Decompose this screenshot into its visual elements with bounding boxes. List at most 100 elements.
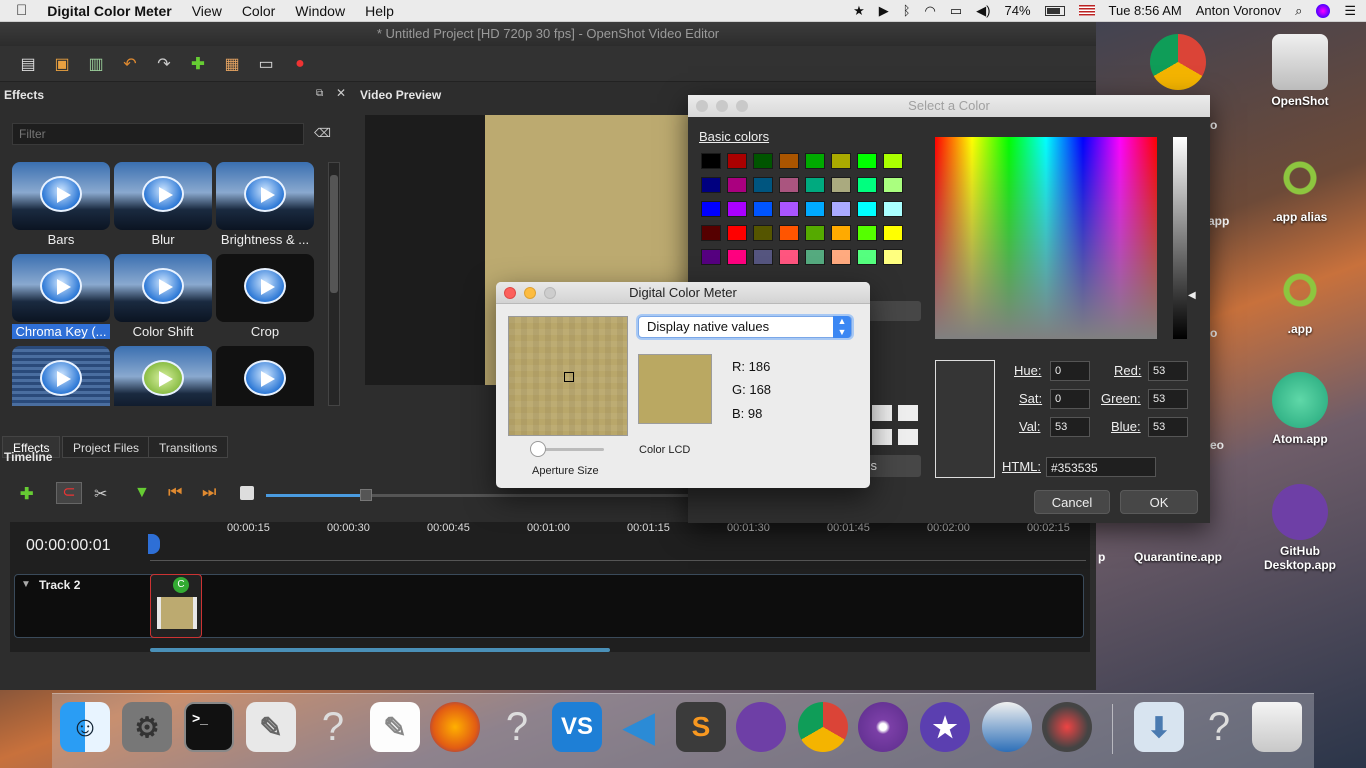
menu-window[interactable]: Window [285,3,355,19]
menu-help[interactable]: Help [355,3,404,19]
minimize-button[interactable] [524,287,536,299]
redo-icon[interactable]: ↷ [154,54,174,74]
custom-swatch[interactable] [872,405,892,421]
add-marker-icon[interactable]: ▼ [134,484,150,502]
basic-color-swatch[interactable] [701,201,721,217]
basic-color-swatch[interactable] [753,249,773,265]
basic-color-swatch[interactable] [753,201,773,217]
desktop-openshot[interactable]: OpenShot [1250,34,1350,108]
dock-sublime-text-icon[interactable]: S [676,702,726,752]
star-icon[interactable]: ★ [853,3,865,19]
basic-color-swatch[interactable] [701,177,721,193]
basic-color-swatch[interactable] [857,225,877,241]
pick-screen-button[interactable] [864,301,921,321]
desktop-app[interactable]: .app [1250,262,1350,336]
basic-color-swatch[interactable] [831,225,851,241]
airplay-icon[interactable]: ▭ [950,3,962,19]
profile-icon[interactable]: ▦ [222,54,242,74]
basic-color-swatch[interactable] [831,249,851,265]
basic-color-swatch[interactable] [805,201,825,217]
effect-item[interactable] [12,346,110,406]
dock-openshot-icon[interactable] [982,702,1032,752]
basic-color-swatch[interactable] [701,225,721,241]
mode-select[interactable]: Display native values ▲ ▼ [638,316,852,338]
ok-button[interactable]: OK [1120,490,1198,514]
dock-unknown-app-icon[interactable]: ? [308,702,358,752]
dock-textedit-icon[interactable]: ✎ [370,702,420,752]
desktop-github[interactable]: GitHub Desktop.app [1250,484,1350,572]
basic-color-swatch[interactable] [883,225,903,241]
cancel-button[interactable]: Cancel [1034,490,1110,514]
dock-unknown-app-icon[interactable]: ? [492,702,542,752]
import-files-icon[interactable]: ✚ [188,54,208,74]
save-project-icon[interactable]: ▥ [86,54,106,74]
user-name[interactable]: Anton Voronov [1196,3,1281,18]
basic-color-swatch[interactable] [883,249,903,265]
menu-color[interactable]: Color [232,3,285,19]
basic-color-swatch[interactable] [831,153,851,169]
value-slider-arrow-icon[interactable]: ◀ [1188,290,1196,301]
minimize-button[interactable] [716,100,728,112]
dock-digital-color-meter-icon[interactable] [1042,702,1092,752]
dock-tor-icon[interactable] [858,702,908,752]
battery-icon[interactable] [1044,5,1065,16]
previous-marker-icon[interactable]: ⏮ [168,484,182,502]
zoom-button[interactable] [736,100,748,112]
basic-color-swatch[interactable] [701,153,721,169]
basic-color-swatch[interactable] [727,201,747,217]
flag-icon[interactable] [1078,5,1095,16]
effects-scrollbar[interactable] [328,162,340,406]
clear-filter-icon[interactable]: ⌫ [314,126,331,140]
siri-icon[interactable] [1316,3,1331,18]
clock[interactable]: Tue 8:56 AM [1109,3,1182,18]
basic-color-swatch[interactable] [779,153,799,169]
open-project-icon[interactable]: ▣ [52,54,72,74]
menu-app-name[interactable]: Digital Color Meter [37,3,181,19]
value-slider[interactable] [1173,137,1187,339]
dock-vscode-icon[interactable]: ◀ [614,702,664,752]
basic-color-swatch[interactable] [779,177,799,193]
desktop-atom[interactable]: Atom.app [1250,372,1350,446]
wifi-icon[interactable]: ◠ [925,3,936,19]
desktop-quarantine[interactable]: Quarantine.app [1128,550,1228,564]
custom-swatch[interactable] [898,405,918,421]
basic-color-swatch[interactable] [805,177,825,193]
close-button[interactable] [504,287,516,299]
new-project-icon[interactable]: ▤ [18,54,38,74]
bluetooth-icon[interactable]: ᛒ [903,3,911,18]
dock-unknown-app-icon[interactable]: ? [1194,702,1244,752]
basic-color-swatch[interactable] [857,201,877,217]
basic-color-swatch[interactable] [805,249,825,265]
effects-filter-input[interactable] [12,123,304,145]
sat-spinbox[interactable]: 0 [1050,389,1090,409]
basic-color-swatch[interactable] [857,249,877,265]
desktop-app-alias[interactable]: .app alias [1250,150,1350,224]
basic-color-swatch[interactable] [753,177,773,193]
dock-trash-icon[interactable] [1252,702,1302,752]
basic-color-swatch[interactable] [779,201,799,217]
dock-vs-icon[interactable]: VS [552,702,602,752]
notification-center-icon[interactable]: ☰ [1344,3,1356,19]
dock-downloads-icon[interactable]: ⬇ [1134,702,1184,752]
basic-color-swatch[interactable] [701,249,721,265]
basic-color-swatch[interactable] [727,225,747,241]
green-spinbox[interactable]: 53 [1148,389,1188,409]
blue-spinbox[interactable]: 53 [1148,417,1188,437]
fullscreen-icon[interactable]: ▭ [256,54,276,74]
export-video-icon[interactable]: ● [290,54,310,74]
basic-color-swatch[interactable] [727,249,747,265]
desktop-chrome[interactable] [1128,34,1228,94]
aperture-slider-thumb[interactable] [530,441,546,457]
basic-color-swatch[interactable] [727,177,747,193]
dock-script-editor-icon[interactable]: ✎ [246,702,296,752]
tab-project-files[interactable]: Project Files [62,436,151,458]
menu-view[interactable]: View [182,3,232,19]
basic-color-swatch[interactable] [883,201,903,217]
effect-bars[interactable]: Bars [12,162,110,248]
dock-firefox-icon[interactable] [430,702,480,752]
playhead-icon[interactable] [148,534,160,554]
undo-icon[interactable]: ↶ [120,54,140,74]
basic-color-swatch[interactable] [805,225,825,241]
aperture-slider[interactable] [530,441,604,457]
basic-color-swatch[interactable] [805,153,825,169]
